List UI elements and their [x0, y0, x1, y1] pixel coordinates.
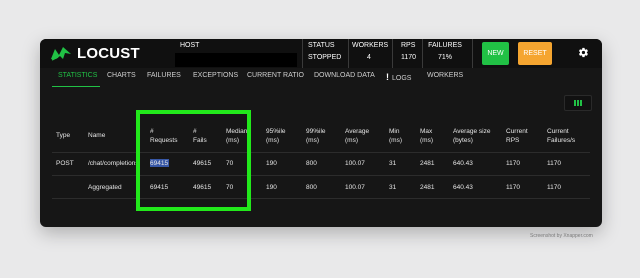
cell-name: Aggregated [88, 184, 122, 191]
col-header-p99: 99%ile (ms) [306, 128, 326, 144]
cell-current-rps: 1170 [506, 160, 520, 167]
failures-value: 71% [437, 54, 452, 61]
cell-average-size: 640.43 [453, 160, 473, 167]
watermark-text: Screenshot by Xnapper.com [530, 233, 593, 239]
top-bar: LOCUST HOST STATUS STOPPED WORKERS 4 RPS… [40, 39, 602, 68]
cell-p95: 190 [266, 184, 277, 191]
tab-exceptions[interactable]: EXCEPTIONS [193, 72, 238, 79]
cell-current-failures: 1170 [547, 160, 561, 167]
rps-block: RPS 1170 [401, 42, 416, 61]
divider [472, 39, 473, 68]
tab-logs-label: LOGS [392, 75, 412, 82]
active-tab-indicator [52, 86, 100, 87]
table-divider [52, 152, 590, 153]
locust-logo[interactable]: LOCUST [50, 44, 140, 62]
rps-value: 1170 [401, 54, 417, 61]
cell-average: 100.07 [345, 184, 365, 191]
tab-workers[interactable]: WORKERS [427, 72, 463, 79]
cell-name: /chat/completions [88, 160, 139, 167]
col-header-p95: 95%ile (ms) [266, 128, 286, 144]
divider [422, 39, 423, 68]
cell-max: 2481 [420, 184, 435, 191]
divider [392, 39, 393, 68]
status-block: STATUS STOPPED [308, 42, 341, 61]
cell-current-failures: 1170 [547, 184, 561, 191]
tab-statistics[interactable]: STATISTICS [58, 72, 97, 79]
new-test-button[interactable]: NEW [482, 42, 509, 65]
locust-window: LOCUST HOST STATUS STOPPED WORKERS 4 RPS… [40, 39, 602, 227]
divider [348, 39, 349, 68]
tab-bar: STATISTICS CHARTS FAILURES EXCEPTIONS CU… [40, 68, 602, 88]
cell-average-size: 640.43 [453, 184, 473, 191]
columns-icon-bar [577, 100, 579, 106]
cell-type: POST [56, 160, 74, 167]
locust-logo-icon [51, 47, 71, 61]
gear-icon[interactable] [578, 47, 589, 58]
table-divider [52, 175, 590, 176]
host-value-redacted [175, 53, 297, 67]
workers-value: 4 [367, 54, 371, 61]
cell-p99: 800 [306, 160, 317, 167]
reset-stats-button[interactable]: RESET [518, 42, 552, 65]
tab-charts[interactable]: CHARTS [107, 72, 136, 79]
column-toggle-button[interactable] [564, 95, 592, 111]
highlight-annotation-box [136, 110, 251, 211]
cell-p99: 800 [306, 184, 317, 191]
host-label: HOST [180, 42, 200, 49]
col-header-current-failures: Current Failures/s [547, 128, 576, 144]
cell-p95: 190 [266, 160, 277, 167]
tab-failures[interactable]: FAILURES [147, 72, 181, 79]
col-header-min: Min (ms) [389, 128, 402, 144]
failures-block: FAILURES 71% [426, 42, 464, 61]
alert-icon: ! [386, 72, 389, 82]
col-header-type: Type [56, 132, 71, 139]
rps-label: RPS [401, 42, 416, 49]
col-header-average: Average (ms) [345, 128, 370, 144]
tab-logs[interactable]: ! LOGS [386, 72, 411, 82]
cell-min: 31 [389, 184, 397, 191]
col-header-current-rps: Current RPS [506, 128, 528, 144]
columns-icon-bar [574, 100, 576, 106]
workers-block: WORKERS 4 [352, 42, 389, 61]
status-label: STATUS [308, 42, 335, 49]
divider [302, 39, 303, 68]
cell-average: 100.07 [345, 160, 365, 167]
cell-min: 31 [389, 160, 397, 167]
col-header-max: Max (ms) [420, 128, 433, 144]
table-divider [52, 198, 590, 199]
logo-text: LOCUST [77, 44, 140, 62]
cell-current-rps: 1170 [506, 184, 520, 191]
failures-label: FAILURES [428, 42, 462, 49]
col-header-average-size: Average size (bytes) [453, 128, 491, 144]
tab-download-data[interactable]: DOWNLOAD DATA [314, 72, 375, 79]
cell-max: 2481 [420, 160, 435, 167]
workers-label: WORKERS [352, 42, 389, 49]
status-value: STOPPED [308, 54, 342, 61]
tab-current-ratio[interactable]: CURRENT RATIO [247, 72, 304, 79]
col-header-name: Name [88, 132, 106, 139]
columns-icon-bar [580, 100, 582, 106]
